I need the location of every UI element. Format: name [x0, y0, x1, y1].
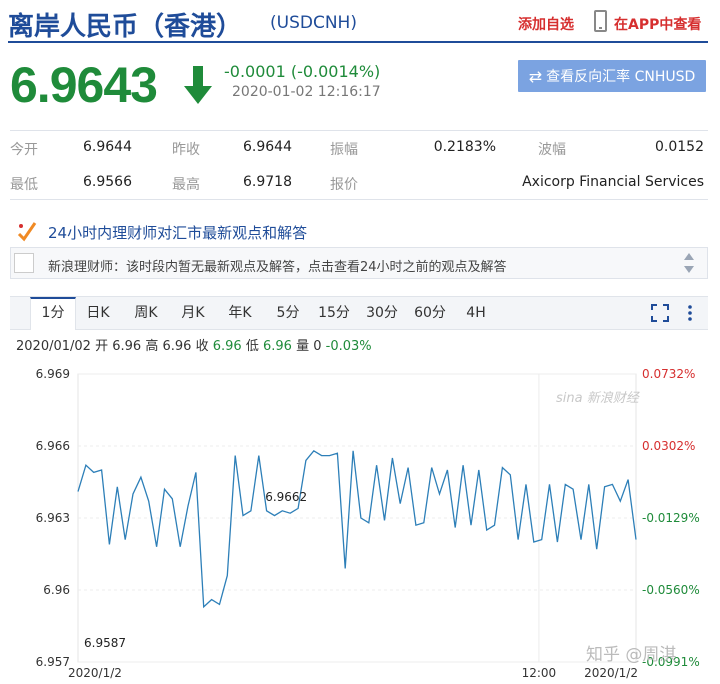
arrow-down-icon — [184, 66, 212, 106]
ohlc-open-label: 开 — [95, 339, 108, 354]
tab-5min[interactable]: 5分 — [270, 297, 306, 330]
open-in-app-link[interactable]: 在APP中查看 — [614, 14, 701, 34]
more-menu-icon[interactable] — [680, 303, 700, 323]
y-tick-label: 6.96 — [43, 583, 70, 597]
price-change: -0.0001 (-0.0014%) — [224, 62, 380, 81]
ohlc-readout: 2020/01/02 开 6.96 高 6.96 收 6.96 低 6.96 量… — [16, 335, 372, 354]
stat-label-range: 波幅 — [538, 139, 566, 159]
y-right-tick-label: -0.0560% — [642, 583, 700, 597]
ohlc-close-label: 收 — [196, 339, 209, 354]
ohlc-vol: 0 — [313, 339, 321, 354]
stat-value-range: 0.0152 — [610, 139, 704, 155]
price-chart[interactable]: 6.969 6.966 6.963 6.96 6.957 0.0732% 0.0302% -0… — [0, 360, 720, 684]
tab-year-k[interactable]: 年K — [222, 297, 258, 330]
current-price: 6.9643 — [10, 56, 157, 114]
swap-icon: ⇄ — [529, 67, 542, 86]
avatar — [14, 253, 34, 273]
tab-15min[interactable]: 15分 — [314, 297, 354, 330]
stat-label-low: 最低 — [10, 174, 38, 194]
quote-time: 2020-01-02 12:16:17 — [232, 84, 381, 100]
tab-1min[interactable]: 1分 — [30, 297, 76, 330]
stat-label-high: 最高 — [172, 174, 200, 194]
ohlc-high-label: 高 — [145, 339, 158, 354]
page-header: 离岸人民币（香港） (USDCNH) 添加自选 在APP中查看 — [0, 0, 720, 44]
ohlc-date: 2020/01/02 — [16, 339, 91, 354]
ohlc-low: 6.96 — [263, 339, 292, 354]
phone-icon — [594, 10, 607, 32]
data-label: 6.9587 — [84, 636, 126, 650]
commentary-title[interactable]: 24小时内理财师对汇市最新观点和解答 — [48, 222, 307, 243]
add-watchlist-link[interactable]: 添加自选 — [518, 14, 574, 34]
stat-value-open: 6.9644 — [70, 139, 132, 155]
tab-30min[interactable]: 30分 — [362, 297, 402, 330]
symbol-code: (USDCNH) — [270, 13, 357, 33]
stat-value-prev-close: 6.9644 — [230, 139, 292, 155]
stat-label-quote: 报价 — [330, 174, 358, 194]
y-right-tick-label: 0.0732% — [642, 367, 695, 381]
tab-month-k[interactable]: 月K — [175, 297, 211, 330]
x-tick-label: 2020/1/2 — [68, 666, 122, 680]
stats-grid: 今开 6.9644 昨收 6.9644 振幅 0.2183% 波幅 0.0152… — [10, 130, 708, 200]
chart-tabs: 1分 日K 周K 月K 年K 5分 15分 30分 60分 4H — [10, 296, 708, 330]
fullscreen-icon[interactable] — [650, 303, 670, 323]
y-right-tick-label: -0.0129% — [642, 511, 700, 525]
reverse-rate-button[interactable]: ⇄ 查看反向汇率 CNHUSD — [518, 60, 706, 92]
ohlc-pct: -0.03% — [326, 339, 372, 354]
stat-label-amplitude: 振幅 — [330, 139, 358, 159]
ohlc-high: 6.96 — [162, 339, 191, 354]
tab-day-k[interactable]: 日K — [80, 297, 116, 330]
ohlc-close: 6.96 — [213, 339, 242, 354]
ohlc-open: 6.96 — [112, 339, 141, 354]
ohlc-low-label: 低 — [246, 339, 259, 354]
y-tick-label: 6.957 — [36, 655, 70, 669]
scroll-arrows-icon[interactable] — [682, 250, 696, 276]
y-tick-label: 6.966 — [36, 439, 70, 453]
header-divider — [8, 41, 708, 43]
x-tick-label: 12:00 — [522, 666, 557, 680]
stat-label-open: 今开 — [10, 139, 38, 159]
page-title: 离岸人民币（香港） — [8, 6, 242, 43]
data-label: 6.9662 — [265, 490, 307, 504]
tab-week-k[interactable]: 周K — [128, 297, 164, 330]
stat-value-amplitude: 0.2183% — [410, 139, 496, 155]
stat-value-low: 6.9566 — [70, 174, 132, 190]
price-series-line — [78, 451, 636, 607]
y-tick-label: 6.969 — [36, 367, 70, 381]
watermark-text: 知乎 @周淇 — [586, 640, 676, 665]
tab-60min[interactable]: 60分 — [410, 297, 450, 330]
x-tick-label: 2020/1/2 — [584, 666, 638, 680]
y-right-tick-label: 0.0302% — [642, 439, 695, 453]
tab-4h[interactable]: 4H — [458, 297, 494, 330]
reverse-rate-label: 查看反向汇率 CNHUSD — [546, 66, 695, 86]
pen-icon — [16, 220, 38, 242]
stat-value-quote: Axicorp Financial Services — [490, 174, 704, 190]
sina-logo: sina 新浪财经 — [556, 390, 641, 406]
stat-value-high: 6.9718 — [230, 174, 292, 190]
commentary-text[interactable]: 新浪理财师：该时段内暂无最新观点及解答，点击查看24小时之前的观点及解答 — [48, 256, 507, 275]
stat-label-prev-close: 昨收 — [172, 139, 200, 159]
y-tick-label: 6.963 — [36, 511, 70, 525]
ohlc-vol-label: 量 — [296, 339, 309, 354]
